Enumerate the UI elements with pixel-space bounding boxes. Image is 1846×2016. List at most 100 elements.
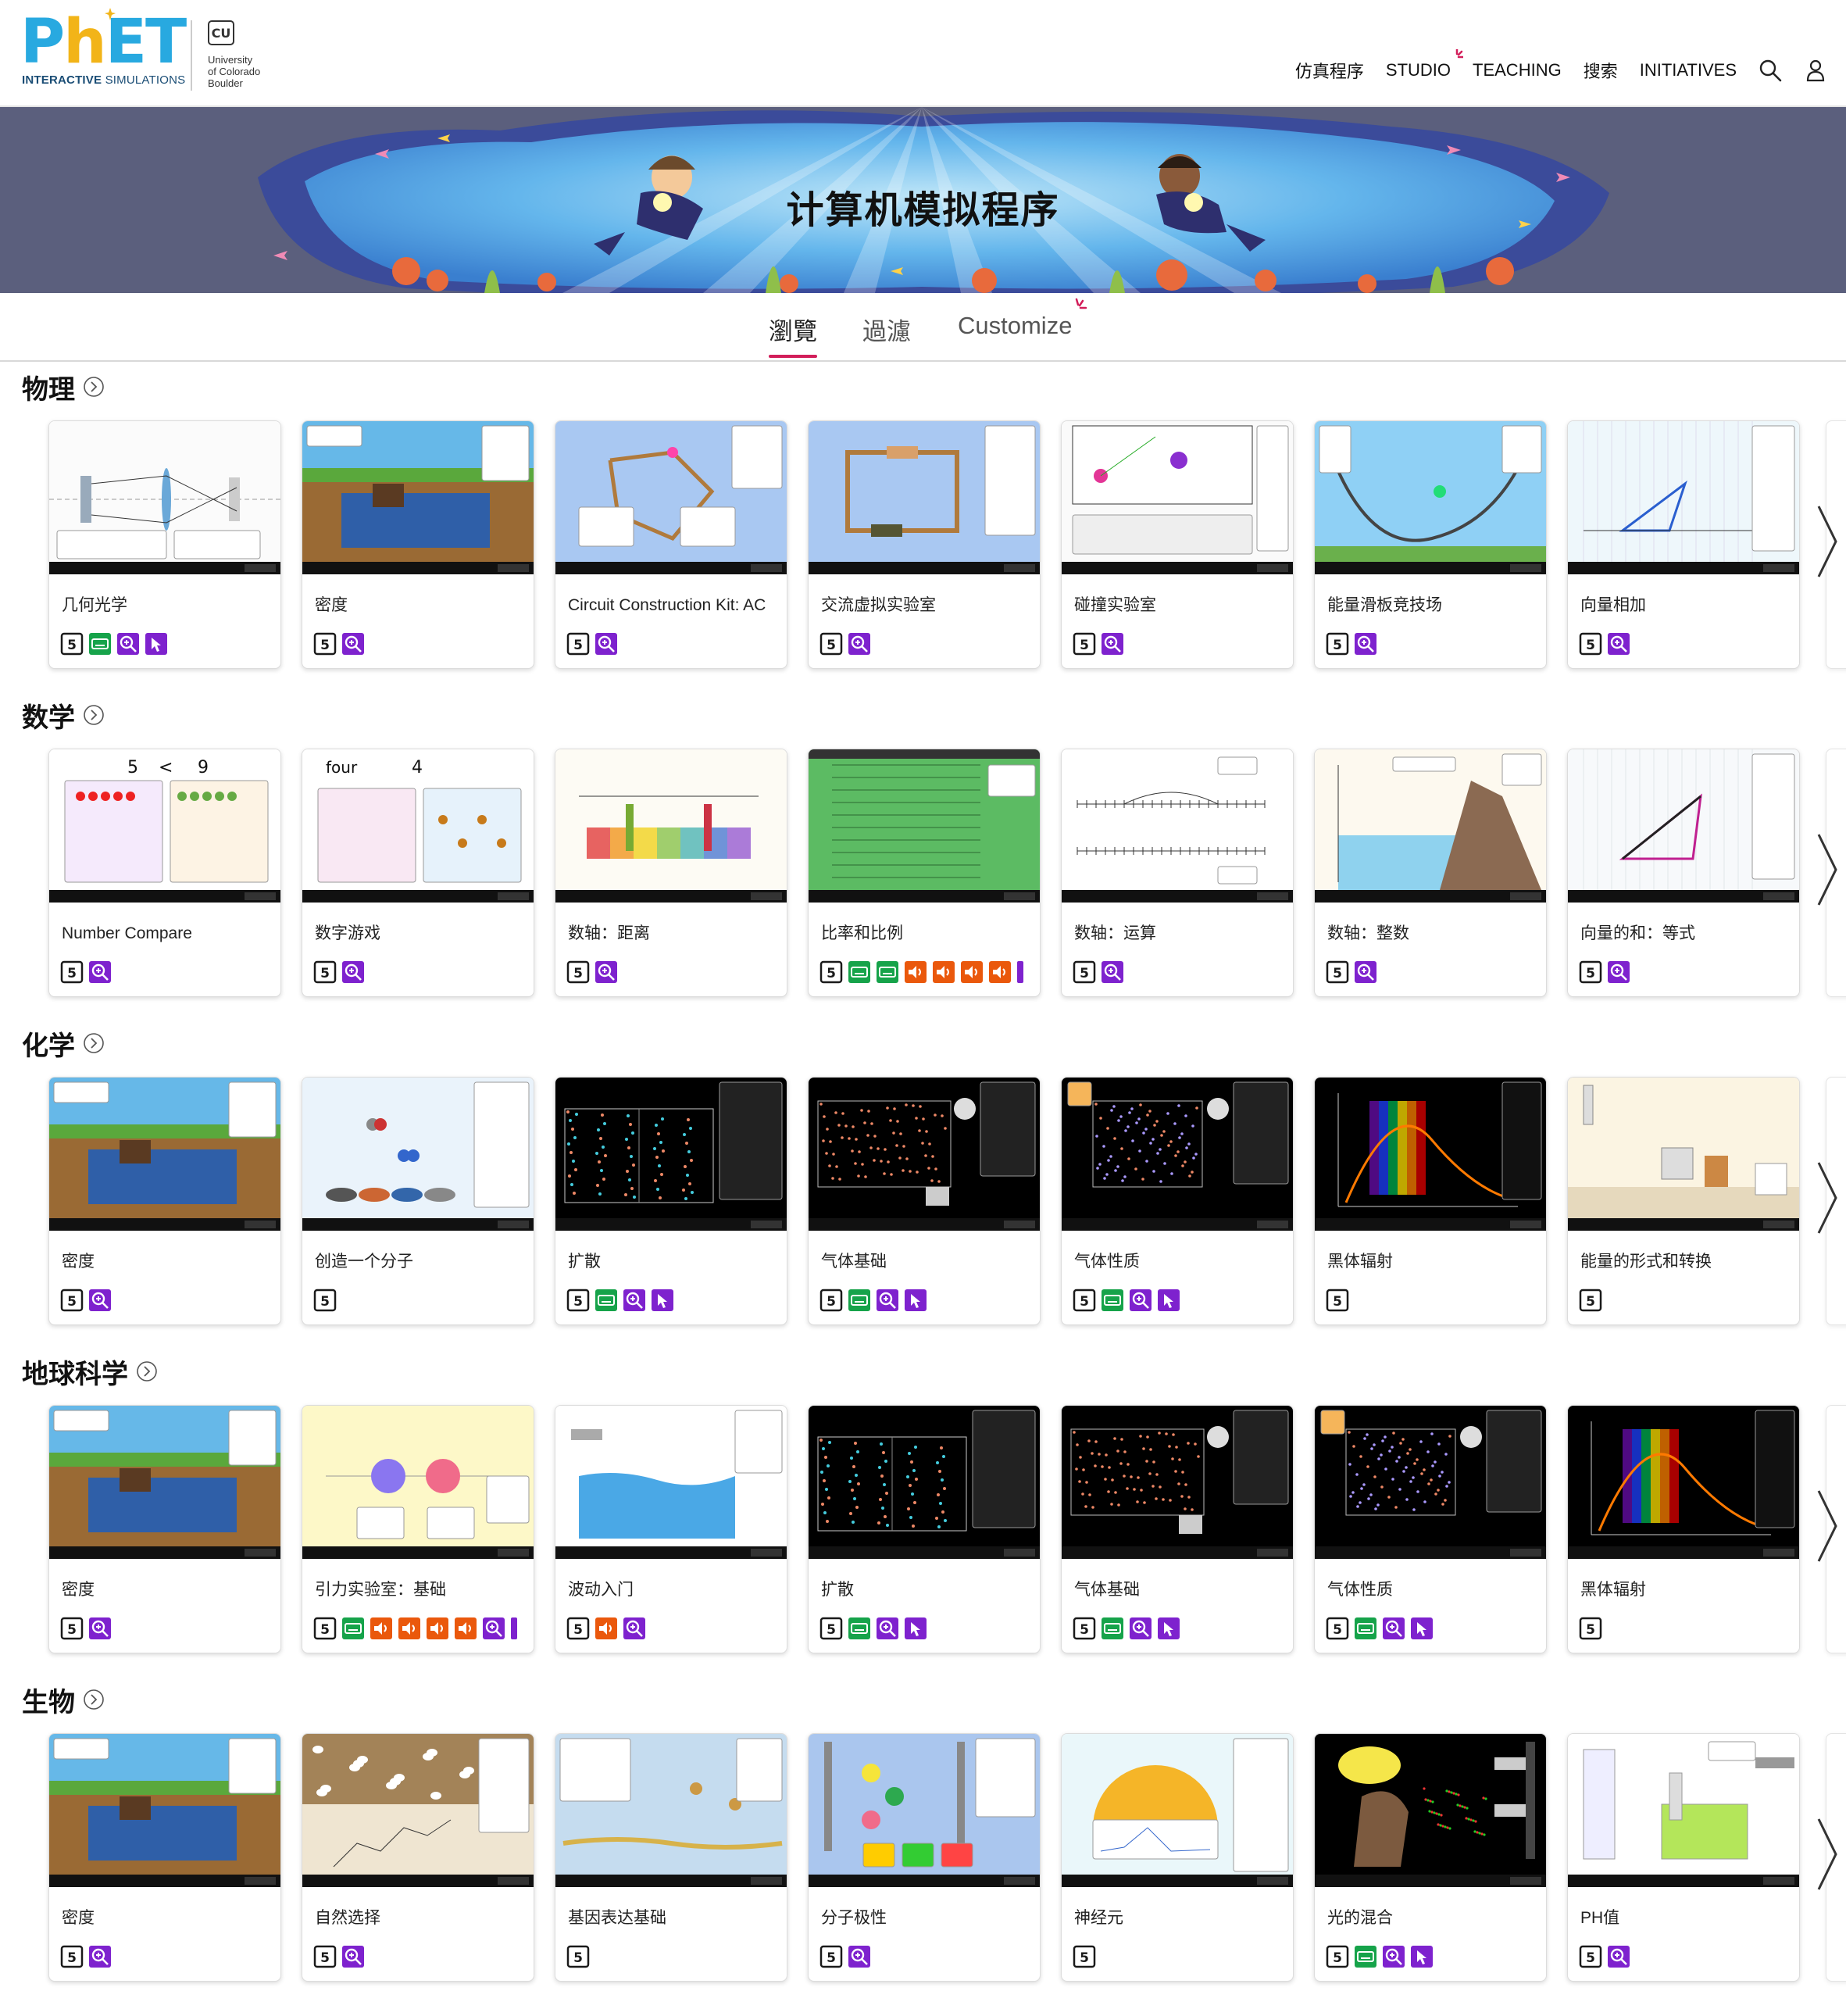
simulation-title[interactable]: 神经元 <box>1074 1895 1279 1940</box>
simulation-card[interactable]: 基因表达基础 5 <box>555 1733 787 1982</box>
html5-badge-icon[interactable]: 5 <box>819 960 843 984</box>
zoom-badge-icon[interactable] <box>1607 1945 1630 1968</box>
simulation-thumbnail[interactable] <box>1062 1734 1293 1887</box>
simulation-card[interactable]: 气体性质 5 <box>1061 1077 1294 1325</box>
simulation-title[interactable]: 基因表达基础 <box>568 1895 773 1940</box>
zoom-badge-icon[interactable] <box>623 1289 646 1312</box>
zoom-badge-icon[interactable] <box>1354 632 1377 656</box>
simulation-thumbnail[interactable] <box>302 1734 534 1887</box>
nav-search[interactable]: 搜索 <box>1584 58 1618 83</box>
simulation-card[interactable]: 光的混合 5 <box>1314 1733 1547 1982</box>
zoom-badge-icon[interactable] <box>1101 632 1124 656</box>
simulation-thumbnail[interactable] <box>49 1078 280 1231</box>
sound-badge-icon[interactable] <box>370 1617 393 1640</box>
zoom-badge-icon[interactable] <box>1129 1617 1152 1640</box>
sound-badge-icon[interactable] <box>960 960 984 984</box>
zoom-badge-icon[interactable] <box>116 632 140 656</box>
zoom-badge-icon[interactable] <box>88 960 112 984</box>
sound-badge-icon[interactable] <box>454 1617 477 1640</box>
nav-initiatives[interactable]: INITIATIVES <box>1640 60 1737 80</box>
simulation-card[interactable]: 神经元 5 <box>1061 1733 1294 1982</box>
more-badge-icon[interactable] <box>1016 960 1040 984</box>
simulation-thumbnail[interactable]: four 4 <box>302 749 534 903</box>
html5-badge-icon[interactable]: 5 <box>819 632 843 656</box>
sound-badge-icon[interactable] <box>932 960 955 984</box>
html5-badge-icon[interactable]: 5 <box>566 1945 590 1968</box>
simulation-card[interactable]: 密度 5 <box>48 1077 281 1325</box>
html5-badge-icon[interactable]: 5 <box>1579 1945 1602 1968</box>
simulation-thumbnail[interactable] <box>555 1406 787 1559</box>
simulation-card[interactable]: 黑体辐射 5 <box>1314 1077 1547 1325</box>
simulation-thumbnail[interactable] <box>302 1406 534 1559</box>
simulation-card[interactable]: 创造一个分子 5 <box>302 1077 534 1325</box>
html5-badge-icon[interactable]: 5 <box>313 1617 337 1640</box>
simulation-thumbnail[interactable] <box>1315 1406 1546 1559</box>
html5-badge-icon[interactable]: 5 <box>313 960 337 984</box>
html5-badge-icon[interactable]: 5 <box>60 1617 84 1640</box>
html5-badge-icon[interactable]: 5 <box>1073 1945 1096 1968</box>
html5-badge-icon[interactable]: 5 <box>819 1945 843 1968</box>
carousel-next-icon[interactable] <box>1811 499 1842 584</box>
simulation-card[interactable]: 扩散 5 <box>808 1405 1041 1653</box>
keyboard-badge-icon[interactable] <box>341 1617 365 1640</box>
simulation-card[interactable]: 波动入门 5 <box>555 1405 787 1653</box>
simulation-thumbnail[interactable] <box>1062 749 1293 903</box>
simulation-card[interactable]: 碰撞实验室 5 <box>1061 420 1294 669</box>
simulation-card[interactable]: 密度 5 <box>48 1733 281 1982</box>
zoom-badge-icon[interactable] <box>876 1617 899 1640</box>
simulation-card[interactable]: 向量的和：等式 5 <box>1567 749 1800 997</box>
keyboard-badge-icon[interactable] <box>1101 1617 1124 1640</box>
simulation-thumbnail[interactable] <box>1568 1078 1799 1231</box>
simulation-title[interactable]: 气体性质 <box>1327 1567 1532 1612</box>
html5-badge-icon[interactable]: 5 <box>60 1289 84 1312</box>
html5-badge-icon[interactable]: 5 <box>566 960 590 984</box>
keyboard-badge-icon[interactable] <box>848 1617 871 1640</box>
simulation-title[interactable]: 交流虚拟实验室 <box>821 582 1026 627</box>
interactive-badge-icon[interactable] <box>904 1289 927 1312</box>
simulation-title[interactable]: 比率和比例 <box>821 910 1026 956</box>
keyboard-badge-icon[interactable] <box>595 1289 618 1312</box>
html5-badge-icon[interactable]: 5 <box>1326 1945 1349 1968</box>
sound-badge-icon[interactable] <box>426 1617 449 1640</box>
simulation-card[interactable]: 比率和比例 5 <box>808 749 1041 997</box>
carousel-next-icon[interactable] <box>1811 827 1842 913</box>
simulation-title[interactable]: 黑体辐射 <box>1327 1239 1532 1284</box>
html5-badge-icon[interactable]: 5 <box>313 1945 337 1968</box>
simulation-thumbnail[interactable] <box>1315 1734 1546 1887</box>
simulation-thumbnail[interactable] <box>809 1734 1040 1887</box>
simulation-card[interactable]: 分子极性 5 <box>808 1733 1041 1982</box>
carousel-next-icon[interactable] <box>1811 1811 1842 1897</box>
simulation-thumbnail[interactable] <box>555 1078 787 1231</box>
section-header[interactable]: 化学 <box>22 1024 105 1063</box>
html5-badge-icon[interactable]: 5 <box>819 1289 843 1312</box>
simulation-thumbnail[interactable] <box>1315 421 1546 574</box>
html5-badge-icon[interactable]: 5 <box>1326 1289 1349 1312</box>
zoom-badge-icon[interactable] <box>1607 960 1630 984</box>
simulation-title[interactable]: 创造一个分子 <box>315 1239 520 1284</box>
simulation-title[interactable]: 引力实验室：基础 <box>315 1567 520 1612</box>
interactive-badge-icon[interactable] <box>904 1617 927 1640</box>
keyboard-badge-icon[interactable] <box>1101 1289 1124 1312</box>
search-icon[interactable] <box>1759 59 1782 82</box>
simulation-title[interactable]: 分子极性 <box>821 1895 1026 1940</box>
zoom-badge-icon[interactable] <box>88 1289 112 1312</box>
university-logo[interactable]: CU University of Colorado Boulder <box>191 20 302 91</box>
simulation-title[interactable]: 密度 <box>62 1567 266 1612</box>
html5-badge-icon[interactable]: 5 <box>1579 632 1602 656</box>
nav-simulations[interactable]: 仿真程序 <box>1295 58 1364 83</box>
html5-badge-icon[interactable]: 5 <box>1073 960 1096 984</box>
html5-badge-icon[interactable]: 5 <box>1579 1617 1602 1640</box>
html5-badge-icon[interactable]: 5 <box>1073 1289 1096 1312</box>
simulation-card[interactable]: four 4 数字游戏 5 <box>302 749 534 997</box>
html5-badge-icon[interactable]: 5 <box>60 1945 84 1968</box>
html5-badge-icon[interactable]: 5 <box>1579 960 1602 984</box>
simulation-title[interactable]: 向量的和：等式 <box>1580 910 1785 956</box>
zoom-badge-icon[interactable] <box>88 1945 112 1968</box>
simulation-card[interactable]: 能量滑板竞技场 5 <box>1314 420 1547 669</box>
section-header[interactable]: 数学 <box>22 695 105 735</box>
simulation-title[interactable]: 黑体辐射 <box>1580 1567 1785 1612</box>
simulation-title[interactable]: 向量相加 <box>1580 582 1785 627</box>
simulation-title[interactable]: 数轴：整数 <box>1327 910 1532 956</box>
simulation-thumbnail[interactable] <box>1062 1078 1293 1231</box>
simulation-title[interactable]: 数轴：距离 <box>568 910 773 956</box>
